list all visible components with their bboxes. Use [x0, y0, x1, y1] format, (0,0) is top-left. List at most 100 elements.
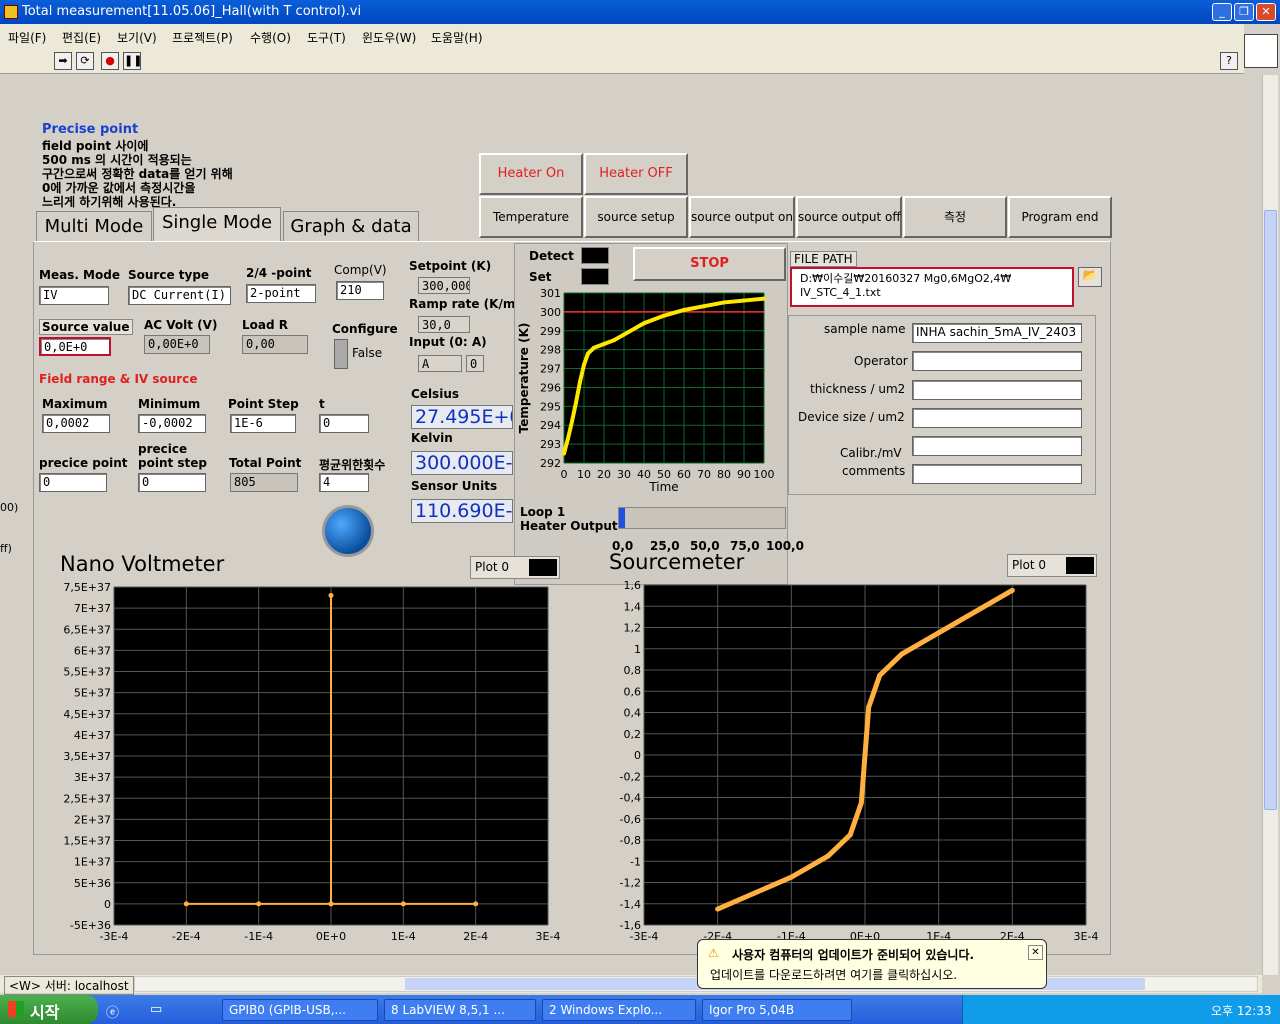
x-tick-label: 2E-4: [463, 930, 488, 943]
abort-icon[interactable]: ●: [101, 52, 119, 70]
data-point: [566, 436, 570, 441]
quicklaunch-desktop-icon[interactable]: ▭: [150, 1002, 162, 1017]
point-select[interactable]: 2-point: [246, 284, 316, 303]
input-select[interactable]: A: [418, 355, 462, 372]
start-label: 시작: [30, 1003, 60, 1022]
menu-tools[interactable]: 도구(T): [307, 29, 346, 46]
sourcemeter-title: Sourcemeter: [609, 550, 745, 574]
menu-project[interactable]: 프로젝트(P): [172, 29, 233, 46]
maximize-button[interactable]: ❐: [1234, 3, 1254, 21]
minimum-input[interactable]: -0,0002: [138, 414, 206, 433]
precice-point-input[interactable]: 0: [39, 473, 107, 492]
temperature-button[interactable]: Temperature: [479, 196, 583, 238]
run-continuous-icon[interactable]: ⟳: [76, 52, 94, 70]
thickness-label: thickness / um2: [810, 382, 906, 396]
source-value-input[interactable]: 0,0E+0: [39, 337, 111, 356]
close-button[interactable]: ✕: [1256, 3, 1276, 21]
help-icon[interactable]: ?: [1220, 52, 1238, 70]
heater-off-button[interactable]: Heater OFF: [584, 153, 688, 195]
server-status: <W> 서버: localhost: [4, 976, 134, 995]
comments-input[interactable]: [912, 464, 1082, 484]
menu-edit[interactable]: 편집(E): [62, 29, 101, 46]
data-point: [662, 313, 666, 318]
horizontal-scrollbar[interactable]: [134, 976, 1258, 992]
start-button[interactable]: 시작: [0, 995, 98, 1024]
x-tick-label: -1E-4: [244, 930, 273, 943]
x-tick-label: 0: [561, 468, 568, 481]
setpoint-label: Setpoint (K): [409, 259, 492, 273]
y-tick-label: 1,4: [624, 600, 642, 613]
scroll-thumb[interactable]: [1264, 210, 1277, 810]
y-tick-label: -1: [630, 855, 641, 868]
browse-folder-icon[interactable]: 📂: [1078, 267, 1102, 287]
y-tick-label: -0,4: [620, 792, 641, 805]
sample-name-input[interactable]: INHA sachin_5mA_IV_2403: [912, 323, 1082, 343]
tab-graph-data[interactable]: Graph & data: [283, 211, 419, 241]
source-output-off-button[interactable]: source output off: [796, 196, 902, 238]
data-point: [622, 332, 626, 337]
vertical-scrollbar[interactable]: [1262, 75, 1278, 975]
precice-step-input[interactable]: 0: [138, 473, 206, 492]
balloon-close-icon[interactable]: ✕: [1028, 945, 1043, 960]
source-type-label: Source type: [128, 268, 210, 282]
device-size-input[interactable]: [912, 408, 1082, 428]
configure-switch[interactable]: [334, 339, 348, 369]
y-tick-label: 294: [540, 419, 561, 432]
menu-operate[interactable]: 수행(O): [250, 29, 291, 46]
update-balloon[interactable]: ⚠ 사용자 컴퓨터의 업데이트가 준비되어 있습니다. ✕ 업데이트를 다운로드…: [697, 939, 1047, 989]
stop-button[interactable]: STOP: [633, 247, 786, 281]
menu-file[interactable]: 파일(F): [8, 29, 46, 46]
data-point: [586, 351, 590, 356]
data-point: [715, 906, 721, 912]
y-tick-label: 297: [540, 363, 561, 376]
heater-on-button[interactable]: Heater On: [479, 153, 583, 195]
point-step-input[interactable]: 1E-6: [230, 414, 296, 433]
source-setup-button[interactable]: source setup: [584, 196, 688, 238]
comp-input[interactable]: 210: [336, 281, 384, 300]
source-output-on-button[interactable]: source output on: [689, 196, 795, 238]
file-path-input[interactable]: D:₩이수길₩20160327 Mg0,6MgO2,4₩ IV_STC_4_1.…: [790, 267, 1074, 307]
total-point-label: Total Point: [229, 456, 302, 470]
data-point: [473, 901, 479, 907]
minimize-button[interactable]: _: [1212, 3, 1232, 21]
source-type-select[interactable]: DC Current(I): [128, 286, 231, 305]
x-tick-label: 30: [617, 468, 631, 481]
data-point: [578, 379, 582, 384]
note-title: Precise point: [42, 122, 139, 137]
meas-mode-label: Meas. Mode: [39, 268, 120, 282]
data-point: [762, 296, 766, 301]
avg-count-input[interactable]: 4: [319, 473, 369, 492]
taskbar-item-explorer[interactable]: 2 Windows Explo...: [542, 999, 696, 1021]
maximum-input[interactable]: 0,0002: [42, 414, 110, 433]
operator-input[interactable]: [912, 351, 1082, 371]
menu-view[interactable]: 보기(V): [117, 29, 157, 46]
data-point: [825, 853, 831, 859]
x-tick-label: 0E+0: [316, 930, 346, 943]
x-tick-label: 80: [717, 468, 731, 481]
data-point: [562, 451, 566, 456]
heater-output-bar: [618, 507, 786, 529]
meas-mode-select[interactable]: IV: [39, 286, 109, 305]
menu-window[interactable]: 윈도우(W): [362, 29, 416, 46]
menu-help[interactable]: 도움말(H): [431, 29, 483, 46]
measure-button[interactable]: 측정: [903, 196, 1007, 238]
ramp-rate-input[interactable]: 30,0: [418, 316, 470, 333]
setpoint-input[interactable]: 300,000: [418, 277, 470, 294]
pause-icon[interactable]: ❚❚: [123, 52, 142, 70]
taskbar-item-labview[interactable]: 8 LabVIEW 8,5,1 ...: [384, 999, 536, 1021]
run-arrow-icon[interactable]: ➡: [54, 52, 72, 70]
t-label: t: [319, 397, 325, 411]
taskbar-item-igor[interactable]: Igor Pro 5,04B: [702, 999, 852, 1021]
program-end-button[interactable]: Program end: [1008, 196, 1112, 238]
quicklaunch-ie-icon[interactable]: ⓔ: [106, 1002, 119, 1021]
y-tick-label: 299: [540, 325, 561, 338]
calibr-input[interactable]: [912, 436, 1082, 456]
y-tick-label: 301: [540, 287, 561, 300]
tab-multi-mode[interactable]: Multi Mode: [36, 211, 152, 241]
taskbar-item-gpib[interactable]: GPIB0 (GPIB-USB,...: [222, 999, 378, 1021]
point-step-label: Point Step: [228, 397, 299, 411]
x-tick-label: 1E-4: [391, 930, 416, 943]
tab-single-mode[interactable]: Single Mode: [153, 207, 281, 242]
thickness-input[interactable]: [912, 380, 1082, 400]
t-input[interactable]: 0: [319, 414, 369, 433]
